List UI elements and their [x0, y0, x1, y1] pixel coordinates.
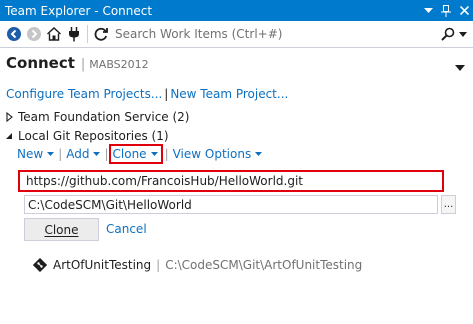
toolbar-separator	[87, 25, 88, 43]
new-dropdown[interactable]: New	[17, 147, 55, 161]
clone-button-label: Clone	[44, 222, 79, 237]
project-name: MABS2012	[89, 58, 149, 71]
section-label: Local Git Repositories (1)	[18, 129, 169, 143]
new-label: New	[17, 147, 44, 161]
header-dropdown-icon[interactable]	[455, 60, 465, 71]
clone-dropdown[interactable]: Clone	[108, 144, 163, 164]
header-separator: |	[80, 57, 86, 72]
window-dropdown-icon[interactable]	[419, 0, 437, 21]
view-options-label: View Options	[172, 147, 252, 161]
search-icon[interactable]	[439, 25, 457, 43]
chevron-down-icon	[47, 152, 55, 156]
repository-name: ArtOfUnitTesting	[53, 258, 152, 272]
actions-divider: |	[58, 147, 63, 161]
new-team-project-link[interactable]: New Team Project...	[170, 87, 288, 101]
search-input[interactable]	[115, 27, 439, 41]
title-bar: Team Explorer - Connect	[0, 0, 473, 21]
section-team-foundation-service[interactable]: Team Foundation Service (2)	[4, 110, 190, 124]
search-box	[115, 23, 469, 45]
browse-button[interactable]: ...	[441, 195, 456, 214]
configure-team-projects-link[interactable]: Configure Team Projects...	[6, 87, 162, 101]
actions-divider: |	[164, 147, 169, 161]
refresh-icon[interactable]	[91, 23, 111, 45]
back-icon[interactable]	[4, 23, 24, 45]
links-divider: |	[164, 87, 169, 101]
pin-icon[interactable]	[437, 0, 455, 21]
chevron-down-icon	[93, 152, 101, 156]
search-dropdown-icon[interactable]	[457, 25, 469, 43]
window-title: Team Explorer - Connect	[5, 3, 153, 18]
forward-icon[interactable]	[24, 23, 44, 45]
collapsed-triangle-icon[interactable]	[4, 112, 14, 122]
connect-plug-icon[interactable]	[64, 23, 84, 45]
home-icon[interactable]	[44, 23, 64, 45]
git-actions-row: New | Add | Clone | View Options	[17, 144, 263, 164]
clone-label: Clone	[112, 147, 147, 161]
add-dropdown[interactable]: Add	[66, 147, 101, 161]
clone-button[interactable]: Clone	[24, 218, 99, 241]
add-label: Add	[66, 147, 90, 161]
git-repository-icon	[33, 258, 47, 272]
clone-url-input[interactable]	[18, 170, 444, 192]
repository-path: C:\CodeSCM\Git\ArtOfUnitTesting	[165, 258, 363, 272]
clone-path-input[interactable]	[24, 195, 438, 214]
page-header: Connect | MABS2012	[6, 54, 149, 76]
page-title: Connect	[6, 54, 75, 72]
section-local-git-repositories[interactable]: Local Git Repositories (1)	[4, 129, 169, 143]
repository-divider: |	[156, 258, 161, 272]
expanded-triangle-icon[interactable]	[4, 131, 14, 141]
close-icon[interactable]	[455, 0, 473, 21]
chevron-down-icon	[150, 152, 158, 156]
toolbar	[0, 21, 473, 48]
cancel-link[interactable]: Cancel	[106, 222, 147, 236]
repository-item[interactable]: ArtOfUnitTesting | C:\CodeSCM\Git\ArtOfU…	[33, 256, 362, 274]
links-row: Configure Team Projects... | New Team Proj…	[6, 87, 288, 101]
section-label: Team Foundation Service (2)	[18, 110, 190, 124]
view-options-dropdown[interactable]: View Options	[173, 147, 263, 161]
chevron-down-icon	[255, 152, 263, 156]
